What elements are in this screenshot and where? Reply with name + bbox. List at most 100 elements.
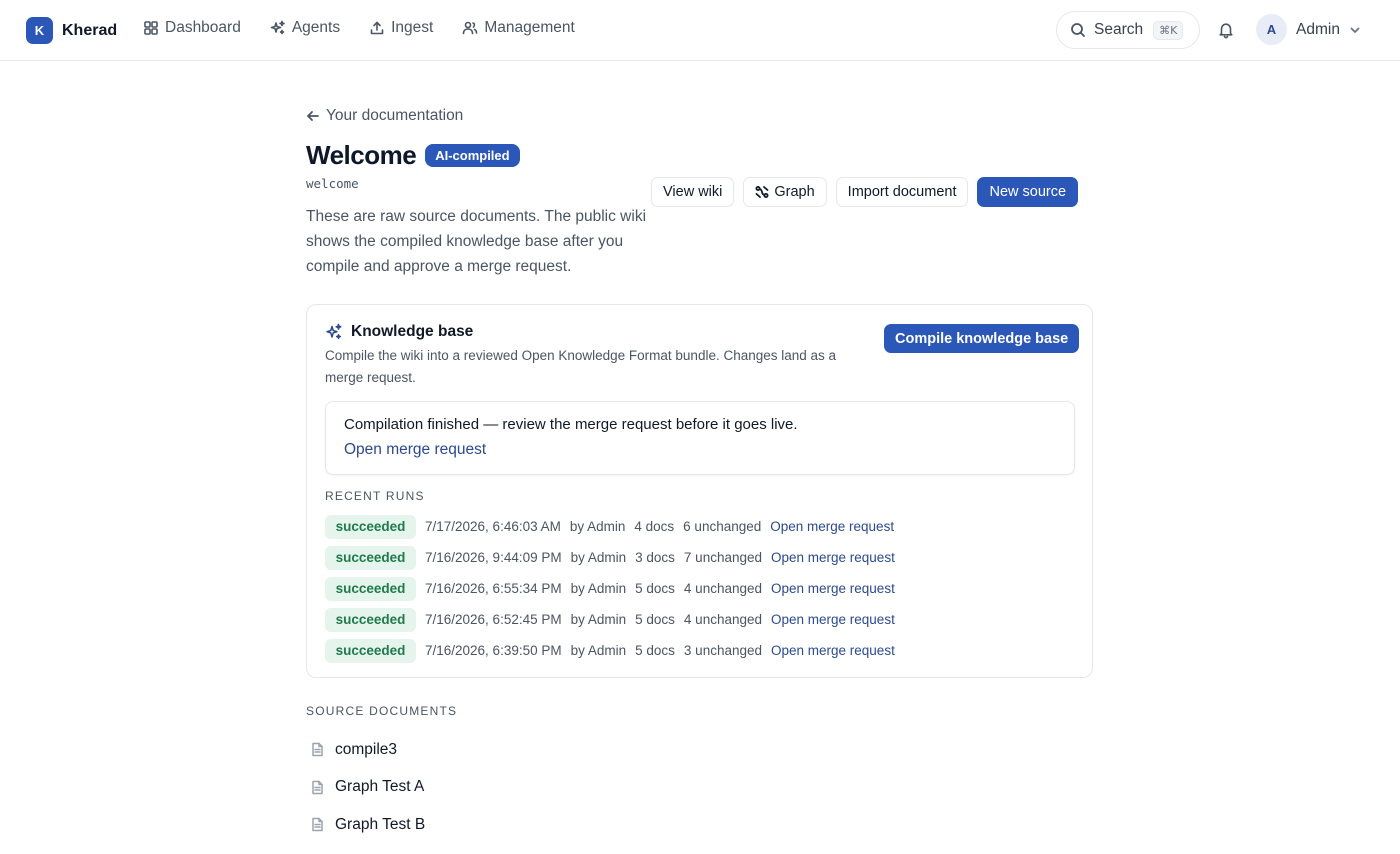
chevron-down-icon [1350, 27, 1360, 33]
run-unchanged-count: 4 unchanged [683, 612, 762, 627]
graph-icon [755, 185, 769, 198]
source-document-label: compile3 [335, 740, 398, 758]
graph-label: Graph [774, 184, 815, 200]
source-documents-heading: Source documents [306, 704, 458, 718]
sparkles-icon [270, 20, 285, 35]
source-document-item[interactable]: compile3 [306, 731, 425, 769]
page-description: These are raw source documents. The publ… [306, 208, 647, 275]
status-badge: succeeded [325, 514, 416, 539]
run-merge-request-link[interactable]: Open merge request [771, 643, 895, 658]
run-author: by Admin [570, 643, 627, 658]
page-slug: welcome [306, 176, 359, 191]
run-merge-request-link[interactable]: Open merge request [771, 550, 895, 565]
ai-compiled-badge: AI-compiled [425, 144, 520, 167]
search-label: Search [1094, 21, 1144, 38]
open-merge-request-link[interactable]: Open merge request [344, 441, 486, 459]
main-nav: Dashboard Agents Ingest Management [143, 19, 604, 37]
source-documents-list: compile3 Graph Test A Graph Test B [306, 731, 425, 844]
run-timestamp: 7/16/2026, 9:44:09 PM [425, 550, 562, 565]
back-link-label: Your documentation [326, 107, 464, 124]
source-document-item[interactable]: Graph Test B [306, 806, 425, 844]
run-unchanged-count: 4 unchanged [683, 581, 762, 596]
sparkles-icon [326, 323, 342, 340]
users-icon [463, 21, 478, 35]
run-timestamp: 7/16/2026, 6:52:45 PM [425, 612, 562, 627]
run-row: succeeded 7/16/2026, 9:44:09 PM by Admin… [325, 542, 895, 573]
recent-runs-list: succeeded 7/17/2026, 6:46:03 AM by Admin… [325, 511, 895, 666]
status-badge: succeeded [325, 638, 416, 663]
nav-item-label: Management [484, 19, 575, 36]
run-unchanged-count: 7 unchanged [683, 550, 762, 565]
nav-item-label: Agents [291, 19, 341, 36]
nav-item-label: Ingest [391, 19, 434, 36]
recent-runs-heading: Recent runs [325, 489, 425, 503]
search-shortcut: ⌘K [1153, 20, 1184, 40]
run-row: succeeded 7/16/2026, 6:39:50 PM by Admin… [325, 635, 895, 666]
run-unchanged-count: 6 unchanged [683, 519, 762, 534]
knowledge-base-card: Knowledge base Compile the wiki into a r… [306, 304, 1093, 678]
source-document-item[interactable]: Graph Test A [306, 769, 425, 807]
knowledge-base-header: Knowledge base [325, 323, 473, 341]
brand-name: Kherad [62, 21, 118, 39]
knowledge-base-title: Knowledge base [351, 323, 474, 340]
document-icon [312, 818, 323, 832]
document-icon [312, 780, 323, 794]
view-wiki-label: View wiki [663, 184, 723, 200]
brand-logo: K [26, 17, 53, 44]
search-icon [1071, 23, 1085, 37]
document-icon [312, 743, 323, 757]
arrow-left-icon [307, 111, 319, 121]
back-link[interactable]: Your documentation [306, 107, 463, 125]
run-unchanged-count: 3 unchanged [683, 643, 762, 658]
run-merge-request-link[interactable]: Open merge request [771, 612, 895, 627]
status-badge: succeeded [325, 545, 416, 570]
import-document-button[interactable]: Import document [835, 177, 969, 207]
run-timestamp: 7/17/2026, 6:46:03 AM [425, 519, 561, 534]
page-title: Welcome [306, 140, 417, 170]
nav-item-ingest[interactable]: Ingest [369, 19, 433, 37]
page-actions: View wiki Graph Import document New sour… [651, 177, 1079, 207]
import-document-label: Import document [847, 184, 957, 200]
status-badge: succeeded [325, 607, 416, 632]
top-navigation: K Kherad Dashboard Agents Ingest Managem… [0, 0, 1400, 61]
run-row: succeeded 7/17/2026, 6:46:03 AM by Admin… [325, 511, 895, 542]
nav-item-management[interactable]: Management [462, 19, 575, 37]
run-row: succeeded 7/16/2026, 6:52:45 PM by Admin… [325, 604, 895, 635]
run-merge-request-link[interactable]: Open merge request [770, 519, 894, 534]
avatar: A [1256, 14, 1287, 45]
title-row: Welcome AI-compiled [306, 140, 520, 171]
new-source-button[interactable]: New source [977, 177, 1079, 207]
notifications-button[interactable] [1217, 21, 1235, 39]
notice-text: Compilation finished — review the merge … [344, 416, 798, 433]
run-merge-request-link[interactable]: Open merge request [771, 581, 895, 596]
user-name: Admin [1296, 20, 1340, 38]
search-button[interactable]: Search ⌘K [1056, 11, 1200, 49]
brand[interactable]: K Kherad [26, 17, 117, 44]
run-author: by Admin [570, 612, 627, 627]
run-doc-count: 5 docs [635, 643, 675, 658]
run-doc-count: 3 docs [635, 550, 675, 565]
new-source-label: New source [989, 184, 1067, 200]
nav-item-agents[interactable]: Agents [270, 19, 340, 37]
run-doc-count: 4 docs [634, 519, 675, 534]
source-document-label: Graph Test A [335, 778, 425, 796]
user-menu[interactable]: A Admin [1256, 14, 1361, 45]
run-timestamp: 7/16/2026, 6:39:50 PM [425, 643, 562, 658]
compilation-notice: Compilation finished — review the merge … [325, 401, 1075, 475]
bell-icon [1219, 23, 1233, 39]
run-doc-count: 5 docs [635, 581, 675, 596]
source-document-label: Graph Test B [335, 815, 426, 833]
status-badge: succeeded [325, 576, 416, 601]
compile-knowledge-base-button[interactable]: Compile knowledge base [884, 324, 1080, 353]
nav-item-label: Dashboard [165, 19, 241, 36]
run-author: by Admin [570, 550, 627, 565]
run-author: by Admin [569, 519, 626, 534]
run-row: succeeded 7/16/2026, 6:55:34 PM by Admin… [325, 573, 895, 604]
knowledge-base-description: Compile the wiki into a reviewed Open Kn… [325, 348, 837, 385]
view-wiki-button[interactable]: View wiki [651, 177, 735, 207]
run-author: by Admin [570, 581, 627, 596]
run-doc-count: 5 docs [635, 612, 675, 627]
nav-item-dashboard[interactable]: Dashboard [143, 19, 241, 37]
grid-icon [144, 21, 158, 35]
graph-button[interactable]: Graph [743, 177, 827, 207]
